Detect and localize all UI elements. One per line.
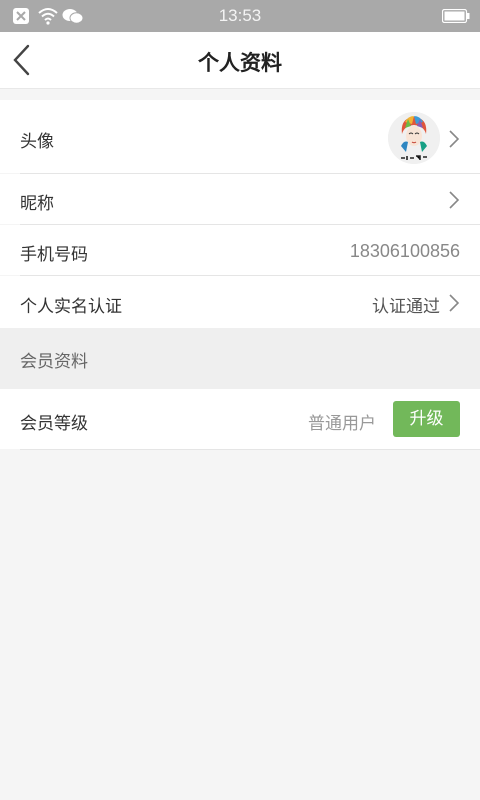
status-bar: 13:53 bbox=[0, 0, 480, 32]
phone-value: 18306100856 bbox=[349, 241, 460, 261]
member-level-value: 普通用户 bbox=[308, 414, 376, 434]
avatar-image bbox=[388, 112, 440, 164]
member-level-row: 会员等级 普通用户 升级 bbox=[0, 389, 480, 449]
page-title: 个人资料 bbox=[198, 51, 282, 75]
realname-label: 个人实名认证 bbox=[20, 297, 122, 317]
navigation-bar: 个人资料 bbox=[0, 32, 480, 89]
avatar-row[interactable]: 头像 bbox=[0, 100, 480, 173]
phone-row: 手机号码 18306100856 bbox=[0, 225, 480, 275]
chevron-right-icon bbox=[449, 294, 460, 312]
battery-icon bbox=[442, 9, 470, 23]
avatar-label: 头像 bbox=[20, 132, 54, 152]
chevron-right-icon bbox=[449, 130, 460, 148]
realname-verification-row[interactable]: 个人实名认证 认证通过 bbox=[0, 276, 480, 328]
member-section-header: 会员资料 bbox=[0, 328, 480, 389]
nickname-label: 昵称 bbox=[20, 194, 54, 214]
realname-status: 认证通过 bbox=[372, 297, 440, 317]
nickname-row[interactable]: 昵称 bbox=[0, 174, 480, 224]
avatar[interactable] bbox=[388, 112, 440, 164]
status-time: 13:53 bbox=[218, 6, 262, 25]
upgrade-button[interactable]: 升级 bbox=[393, 401, 460, 437]
member-level-label: 会员等级 bbox=[20, 414, 88, 434]
divider bbox=[20, 449, 480, 450]
phone-label: 手机号码 bbox=[20, 245, 88, 265]
chevron-right-icon bbox=[449, 191, 460, 209]
member-section-title: 会员资料 bbox=[20, 352, 88, 372]
